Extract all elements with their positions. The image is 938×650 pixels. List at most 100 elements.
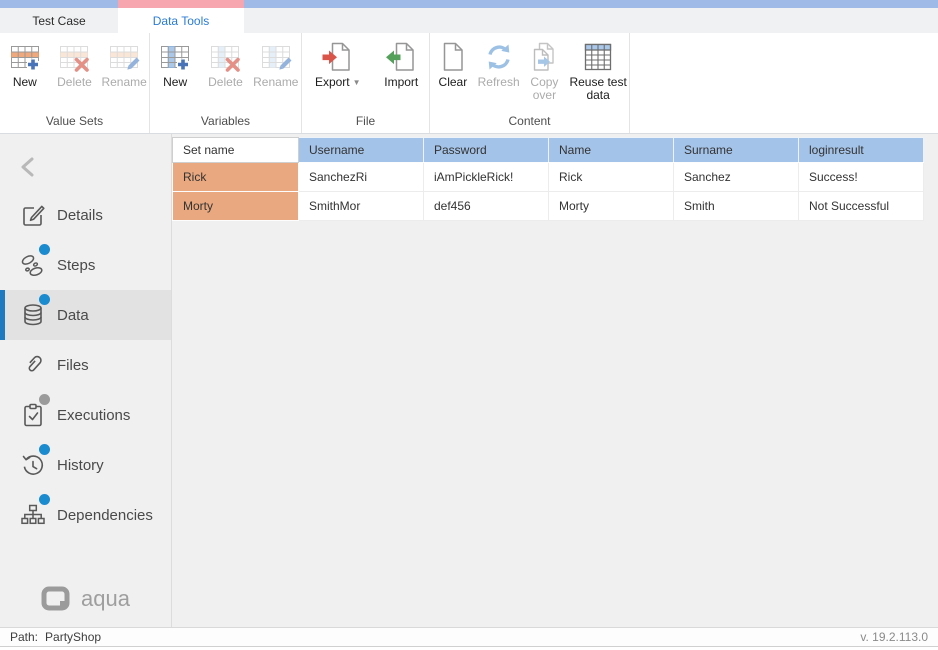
ribbon-group-file: Export ▼ Import File [302, 33, 430, 133]
button-label: Refresh [478, 76, 520, 89]
table-cell[interactable]: Sanchez [674, 163, 799, 192]
new-value-set-button[interactable]: New [2, 40, 48, 89]
sidebar: Details Steps [0, 134, 172, 627]
group-label-value-sets: Value Sets [0, 111, 149, 133]
sidebar-item-label: Files [57, 357, 89, 374]
ribbon-spacer [630, 33, 938, 133]
chevron-left-icon [18, 155, 40, 179]
import-button[interactable]: Import [378, 40, 424, 89]
button-label: New [13, 76, 37, 89]
button-label: Export [315, 76, 350, 89]
table-cell[interactable]: Not Successful [799, 192, 924, 221]
path-value: PartyShop [45, 630, 101, 644]
status-bar: Path: PartyShop v. 19.2.113.0 [0, 627, 938, 647]
path-display: Path: PartyShop [10, 630, 101, 644]
clear-button[interactable]: Clear [430, 40, 476, 89]
steps-icon [20, 252, 46, 278]
version-label: v. 19.2.113.0 [860, 630, 928, 644]
aqua-logo: aqua [40, 585, 130, 613]
column-header-surname[interactable]: Surname [674, 138, 799, 163]
history-icon [20, 452, 46, 478]
sidebar-item-executions[interactable]: Executions [0, 390, 171, 440]
table-blue-header-icon [581, 40, 615, 74]
button-label: Delete [208, 76, 243, 89]
sidebar-item-label: Dependencies [57, 507, 153, 524]
table-cell[interactable]: Smith [674, 192, 799, 221]
sidebar-item-steps[interactable]: Steps [0, 240, 171, 290]
sidebar-item-files[interactable]: Files [0, 340, 171, 390]
table-row-delete-icon [57, 40, 91, 74]
ribbon-group-content: Clear Refresh [430, 33, 630, 133]
ribbon-toolbar: New Delete [0, 33, 938, 134]
database-icon [20, 302, 46, 328]
copy-pages-icon [527, 40, 561, 74]
tab-data-tools[interactable]: Data Tools [118, 8, 244, 33]
blank-page-icon [436, 40, 470, 74]
sidebar-item-data[interactable]: Data [0, 290, 171, 340]
delete-variable-button[interactable]: Delete [202, 40, 248, 89]
column-header-password[interactable]: Password [424, 138, 549, 163]
paperclip-icon [20, 352, 46, 378]
table-cell[interactable]: Morty [549, 192, 674, 221]
table-cell[interactable]: SanchezRi [299, 163, 424, 192]
aqua-app-window: Test Case Data Tools New [0, 0, 938, 650]
logo-text: aqua [81, 586, 130, 612]
collapse-sidebar-button[interactable] [18, 152, 48, 182]
rename-value-set-button[interactable]: Rename [101, 40, 147, 89]
aqua-logo-icon [40, 585, 72, 613]
main-area: Details Steps [0, 134, 938, 627]
sidebar-item-dependencies[interactable]: Dependencies [0, 490, 171, 540]
sidebar-item-label: History [57, 457, 104, 474]
sidebar-item-history[interactable]: History [0, 440, 171, 490]
tab-test-case[interactable]: Test Case [0, 8, 118, 33]
copy-over-button[interactable]: Copy over [522, 40, 568, 102]
ribbon-tab-bar: Test Case Data Tools [0, 8, 938, 33]
path-label: Path: [10, 630, 38, 644]
button-label: Copy over [522, 76, 568, 102]
delete-value-set-button[interactable]: Delete [51, 40, 97, 89]
export-button[interactable]: Export ▼ [307, 40, 369, 89]
data-grid-area: Set name Username Password Name Surname … [172, 134, 938, 627]
table-cell[interactable]: Success! [799, 163, 924, 192]
notification-badge [39, 244, 50, 255]
button-label: Rename [101, 76, 146, 89]
column-header-loginresult[interactable]: loginresult [799, 138, 924, 163]
table-cell[interactable]: Rick [549, 163, 674, 192]
sidebar-item-label: Data [57, 307, 89, 324]
button-label: Clear [439, 76, 468, 89]
reuse-test-data-button[interactable]: Reuse test data [567, 40, 629, 102]
button-label: Import [384, 76, 418, 89]
set-name-cell[interactable]: Morty [173, 192, 299, 221]
refresh-button[interactable]: Refresh [476, 40, 522, 89]
edit-icon [20, 202, 46, 228]
refresh-icon [482, 40, 516, 74]
hierarchy-icon [20, 502, 46, 528]
sidebar-item-label: Details [57, 207, 103, 224]
table-cell[interactable]: iAmPickleRick! [424, 163, 549, 192]
table-cell[interactable]: SmithMor [299, 192, 424, 221]
table-row: Rick SanchezRi iAmPickleRick! Rick Sanch… [173, 163, 924, 192]
active-tab-accent [118, 0, 244, 8]
column-header-set-name[interactable]: Set name [173, 138, 299, 163]
column-header-name[interactable]: Name [549, 138, 674, 163]
notification-badge [39, 494, 50, 505]
sidebar-item-details[interactable]: Details [0, 190, 171, 240]
table-row: Morty SmithMor def456 Morty Smith Not Su… [173, 192, 924, 221]
button-label: Reuse test data [567, 76, 629, 102]
notification-badge [39, 444, 50, 455]
table-row-rename-icon [107, 40, 141, 74]
rename-variable-button[interactable]: Rename [253, 40, 299, 89]
ribbon-group-variables: New Delete [150, 33, 302, 133]
column-header-username[interactable]: Username [299, 138, 424, 163]
export-page-icon [321, 40, 355, 74]
value-sets-table: Set name Username Password Name Surname … [172, 137, 924, 221]
set-name-cell[interactable]: Rick [173, 163, 299, 192]
import-page-icon [384, 40, 418, 74]
group-label-content: Content [430, 111, 629, 133]
group-label-file: File [302, 111, 429, 133]
button-label: Rename [253, 76, 298, 89]
new-variable-button[interactable]: New [152, 40, 198, 89]
table-cell[interactable]: def456 [424, 192, 549, 221]
table-header-row: Set name Username Password Name Surname … [173, 138, 924, 163]
table-column-delete-icon [208, 40, 242, 74]
